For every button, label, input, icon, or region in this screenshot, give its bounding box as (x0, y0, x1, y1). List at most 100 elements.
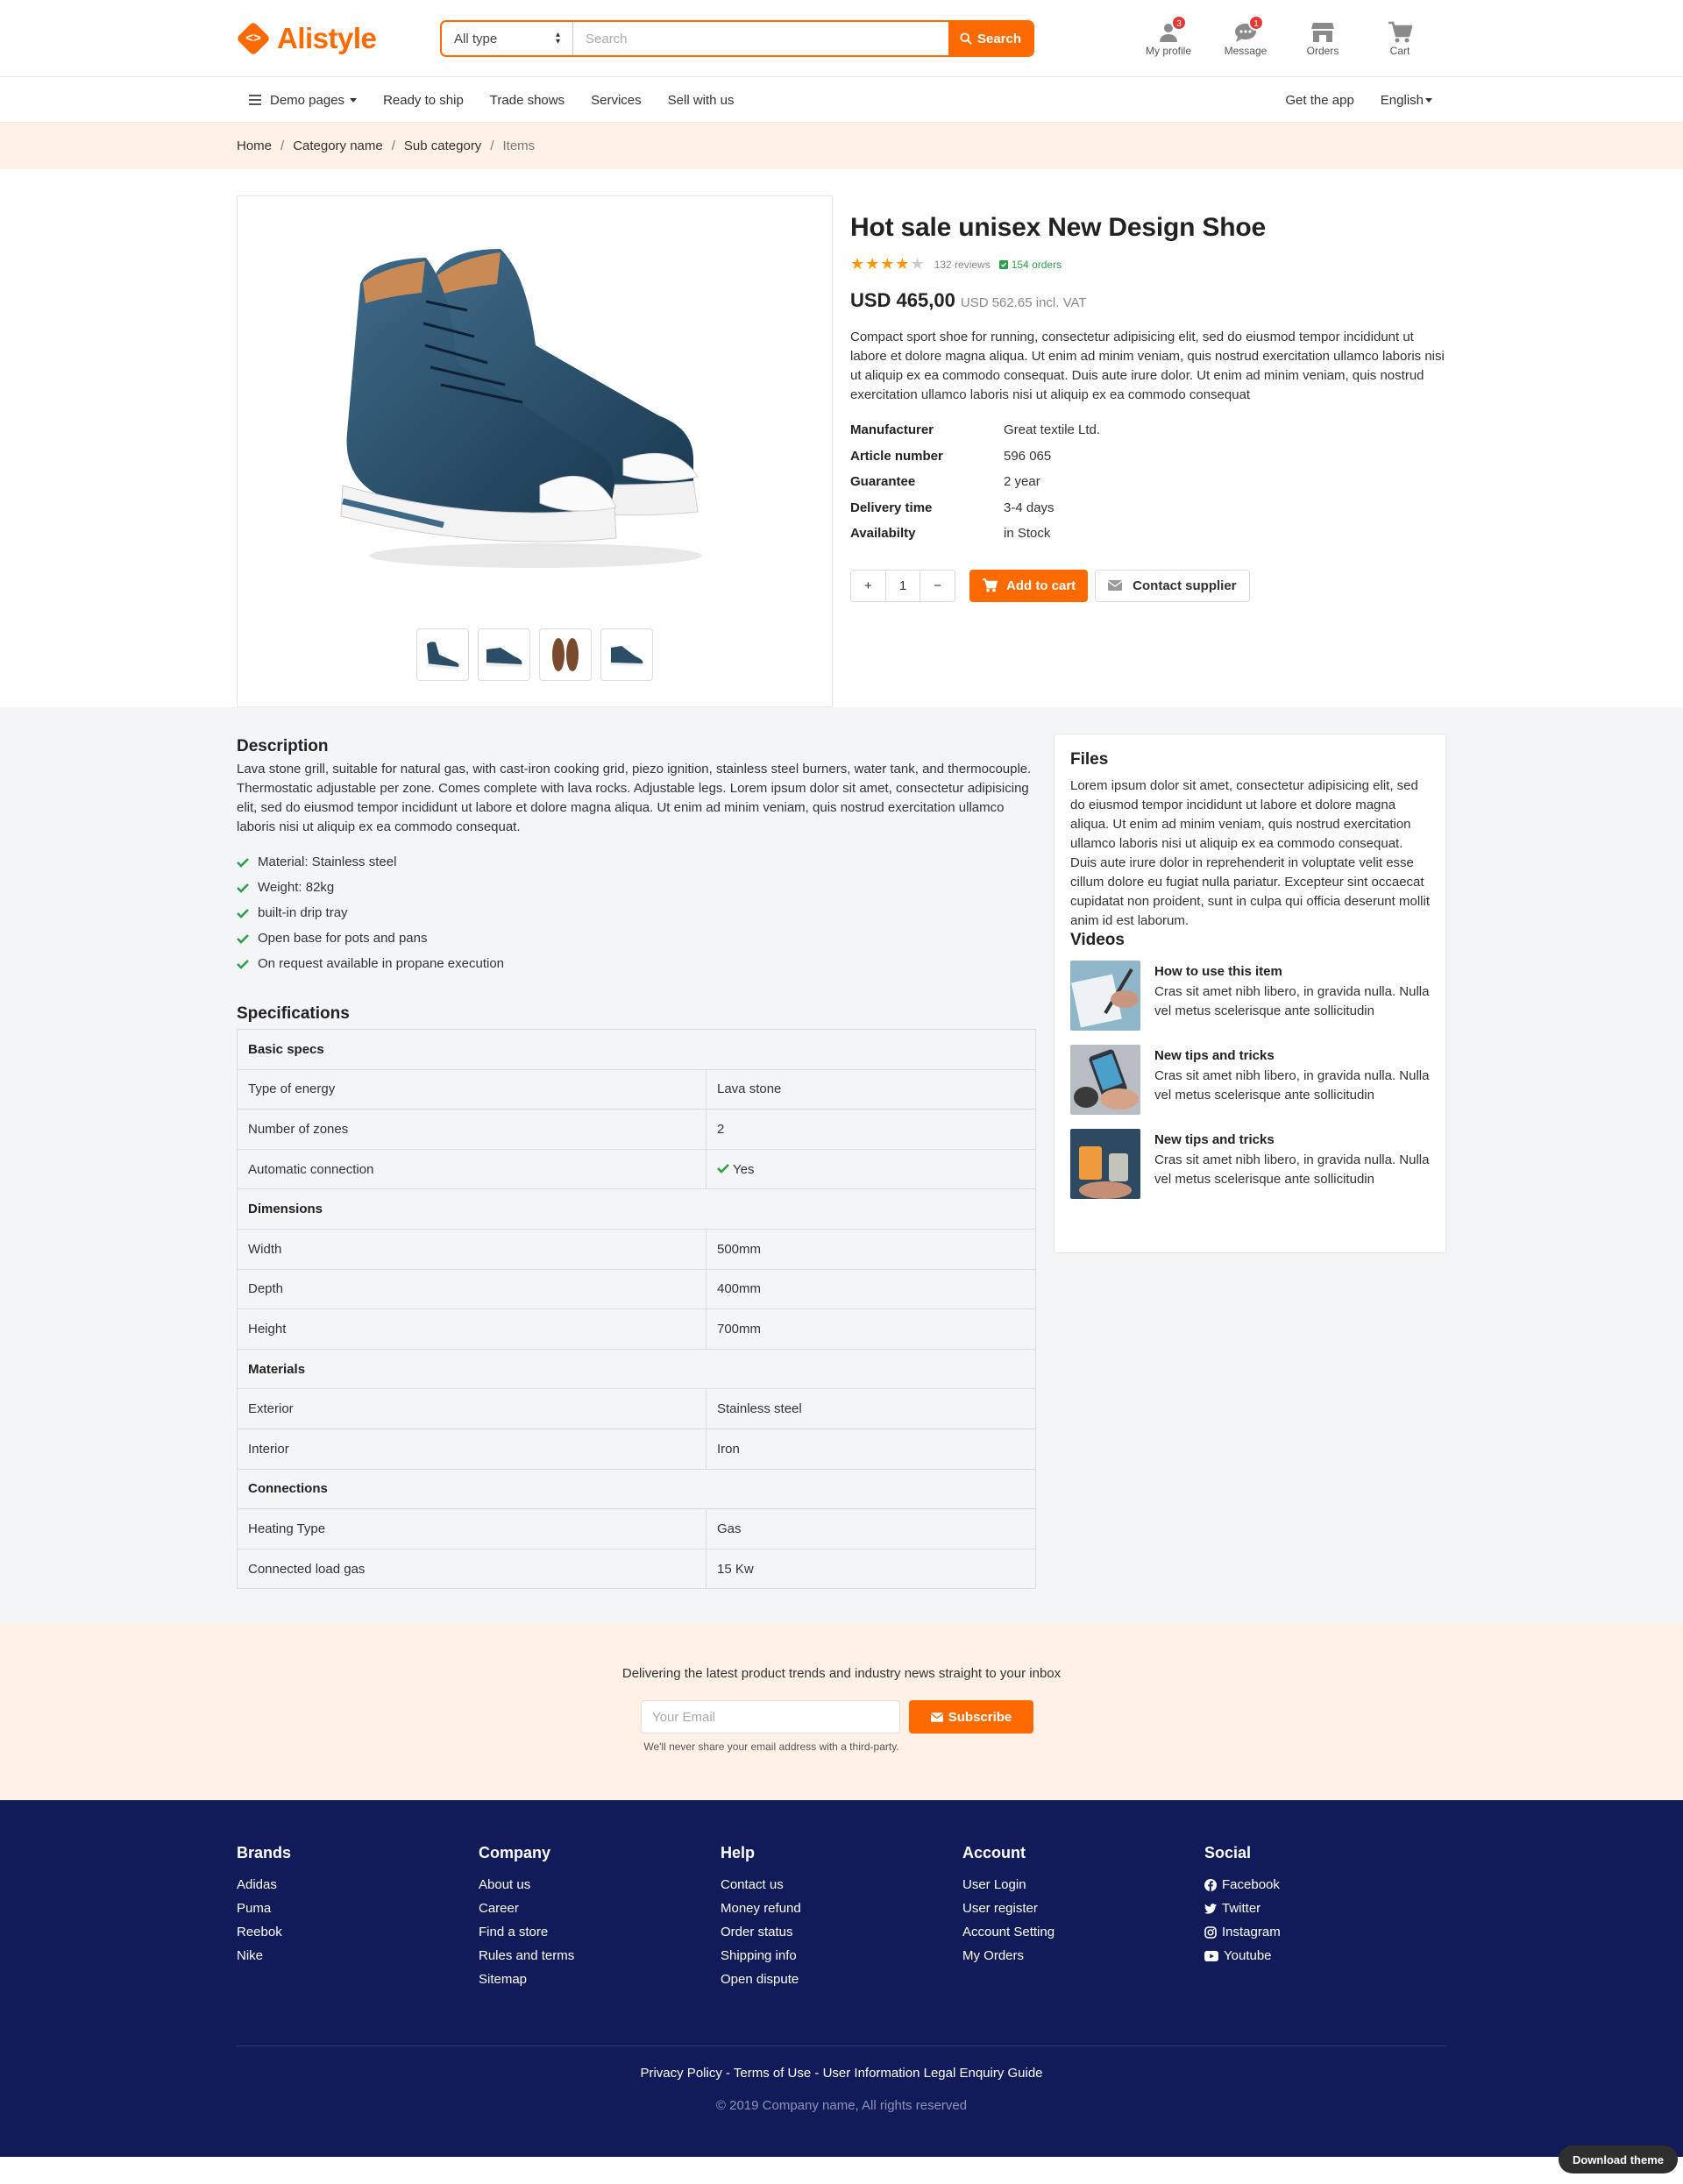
footer-link[interactable]: Shipping info (721, 1944, 962, 1968)
table-row: Interior Iron (237, 1428, 1036, 1470)
footer-link[interactable]: Adidas (237, 1873, 479, 1897)
footer-link[interactable]: Money refund (721, 1897, 962, 1920)
footer-link[interactable]: Open dispute (721, 1968, 962, 1991)
qty-plus-button[interactable]: + (851, 571, 885, 601)
breadcrumb-subcategory[interactable]: Sub category (404, 138, 481, 153)
newsletter-lead: Delivering the latest product trends and… (621, 1666, 1062, 1681)
add-to-cart-button[interactable]: Add to cart (969, 569, 1089, 602)
table-row: Depth 400mm (237, 1268, 1036, 1310)
footer-link-youtube[interactable]: Youtube (1204, 1944, 1446, 1968)
search-icon (960, 32, 972, 45)
table-row: Width 500mm (237, 1228, 1036, 1270)
footer-col-brands: Brands Adidas Puma Reebok Nike (237, 1844, 479, 1991)
orders-link[interactable]: Orders (1287, 20, 1359, 57)
product-gallery (237, 195, 833, 707)
newsletter-note: We'll never share your email address wit… (643, 1741, 899, 1753)
email-field[interactable]: Your Email (641, 1700, 900, 1734)
video-thumbnail[interactable] (1070, 961, 1140, 1031)
nav-demo-pages[interactable]: Demo pages (237, 93, 358, 108)
table-group-row: Dimensions (237, 1188, 1036, 1230)
footer-heading: Help (721, 1844, 756, 1861)
search-button[interactable]: Search (948, 22, 1033, 55)
footer-link[interactable]: Nike (237, 1944, 479, 1968)
category-select[interactable]: All type ▴ ▾ (442, 22, 573, 55)
menu-icon (249, 95, 261, 105)
breadcrumb-home[interactable]: Home (237, 138, 272, 153)
video-title[interactable]: New tips and tricks (1154, 1048, 1430, 1063)
get-the-app-link[interactable]: Get the app (1285, 93, 1353, 108)
files-text: Lorem ipsum dolor sit amet, consectetur … (1070, 778, 1430, 928)
specifications-table: Basic specs Type of energy Lava stone Num… (237, 1029, 1036, 1590)
qty-input[interactable]: 1 (884, 570, 921, 601)
youtube-icon (1204, 1950, 1218, 1961)
search-input[interactable]: Search (573, 22, 948, 55)
video-text: Cras sit amet nibh libero, in gravida nu… (1154, 984, 1430, 1018)
price: USD 465,00 USD 562.65 incl. VAT (850, 289, 1446, 312)
footer-link-instagram[interactable]: Instagram (1204, 1920, 1446, 1944)
my-profile-link[interactable]: 3 My profile (1133, 15, 1204, 57)
legal-links[interactable]: Privacy Policy - Terms of Use - User Inf… (237, 2066, 1446, 2081)
detail-row: Availabilty in Stock (850, 526, 1051, 542)
footer-link[interactable]: Sitemap (479, 1968, 721, 1991)
product-section: Hot sale unisex New Design Shoe ★★★★★ 13… (0, 169, 1683, 707)
store-icon (1311, 23, 1334, 42)
qty-minus-button[interactable]: − (920, 571, 955, 601)
footer-link[interactable]: My Orders (962, 1944, 1204, 1968)
table-row: Automatic connection Yes (237, 1148, 1036, 1190)
thumbnail-1[interactable] (416, 628, 469, 681)
message-link[interactable]: 1 Message (1210, 15, 1282, 57)
breadcrumb-category[interactable]: Category name (293, 138, 383, 153)
language-dropdown[interactable]: English (1381, 93, 1432, 108)
cart-icon (1388, 21, 1412, 43)
footer-link[interactable]: Reebok (237, 1920, 479, 1944)
thumbnail-2[interactable] (478, 628, 530, 681)
footer-link[interactable]: Find a store (479, 1920, 721, 1944)
video-item[interactable]: New tips and tricks Cras sit amet nibh l… (1070, 1129, 1430, 1199)
nav-sell-with-us[interactable]: Sell with us (668, 93, 735, 108)
footer-link[interactable]: About us (479, 1873, 721, 1897)
check-icon (237, 883, 249, 893)
video-item[interactable]: New tips and tricks Cras sit amet nibh l… (1070, 1045, 1430, 1115)
nav-ready-to-ship[interactable]: Ready to ship (383, 93, 464, 108)
contact-supplier-button[interactable]: Contact supplier (1095, 569, 1250, 602)
cart-icon (983, 578, 998, 592)
description-heading: Description (237, 737, 329, 755)
reviews-count[interactable]: 132 reviews (934, 259, 991, 271)
video-title[interactable]: How to use this item (1154, 964, 1430, 979)
footer-link[interactable]: User register (962, 1897, 1204, 1920)
video-text: Cras sit amet nibh libero, in gravida nu… (1154, 1152, 1430, 1187)
video-item[interactable]: How to use this item Cras sit amet nibh … (1070, 961, 1430, 1031)
video-title[interactable]: New tips and tricks (1154, 1132, 1430, 1147)
table-group-row: Basic specs (237, 1029, 1036, 1070)
logo[interactable]: <> Alistyle (236, 21, 440, 56)
footer-link[interactable]: User Login (962, 1873, 1204, 1897)
feature-list: Material: Stainless steel Weight: 82kg b… (237, 849, 1036, 976)
footer-link[interactable]: Career (479, 1897, 721, 1920)
price-main: USD 465,00 (850, 289, 955, 311)
footer-link[interactable]: Account Setting (962, 1920, 1204, 1944)
footer-link[interactable]: Contact us (721, 1873, 962, 1897)
nav-services[interactable]: Services (591, 93, 642, 108)
nav-trade-shows[interactable]: Trade shows (490, 93, 565, 108)
cart-link[interactable]: Cart (1364, 20, 1436, 57)
thumbnail-3[interactable] (539, 628, 592, 681)
footer-link-twitter[interactable]: Twitter (1204, 1897, 1446, 1920)
list-item: On request available in propane executio… (237, 951, 1036, 976)
table-row: Height 700mm (237, 1308, 1036, 1350)
product-image[interactable] (238, 196, 834, 608)
video-thumbnail[interactable] (1070, 1129, 1140, 1199)
footer-link[interactable]: Rules and terms (479, 1944, 721, 1968)
video-thumbnail[interactable] (1070, 1045, 1140, 1115)
search-bar: All type ▴ ▾ Search Search (440, 20, 1034, 57)
profile-badge: 3 (1171, 15, 1187, 31)
download-theme-button[interactable]: Download theme (1558, 2145, 1678, 2173)
footer-link-facebook[interactable]: Facebook (1204, 1873, 1446, 1897)
quantity-stepper: + 1 − (850, 569, 955, 602)
thumbnail-4[interactable] (600, 628, 653, 681)
subscribe-button[interactable]: Subscribe (909, 1700, 1033, 1734)
check-icon (237, 857, 249, 868)
footer-heading: Account (962, 1844, 1026, 1861)
footer-link[interactable]: Order status (721, 1920, 962, 1944)
footer-link[interactable]: Puma (237, 1897, 479, 1920)
footer-col-social: Social Facebook Twitter Instagram Youtub… (1204, 1844, 1446, 1991)
